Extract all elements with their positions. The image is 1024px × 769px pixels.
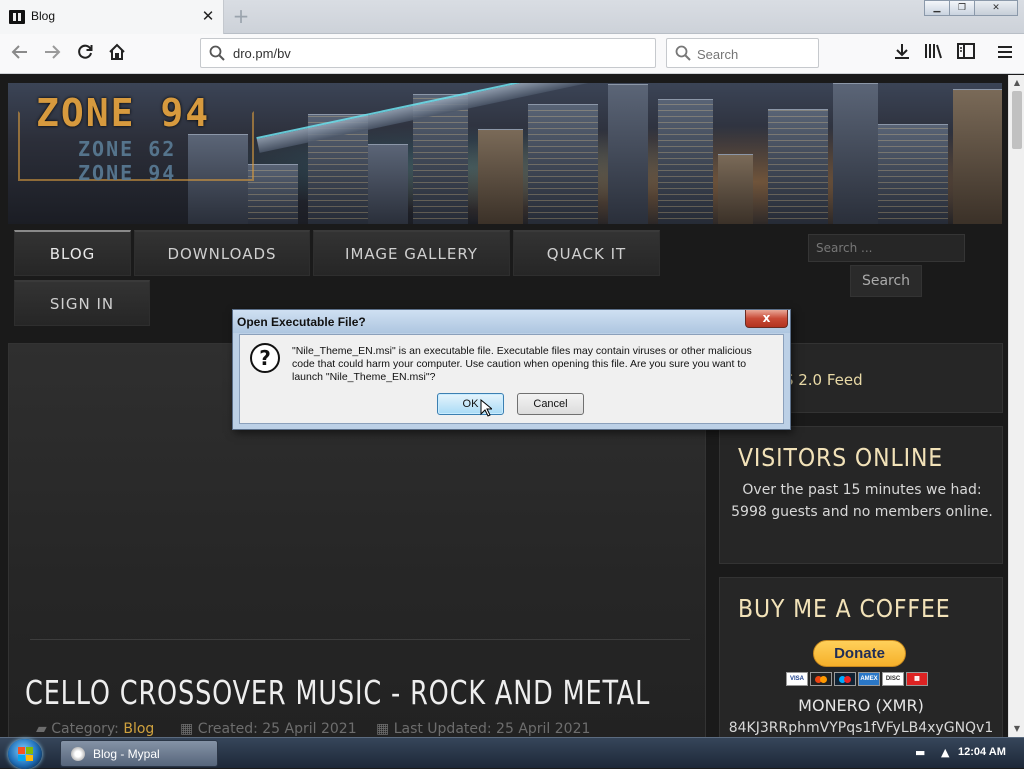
meta-updated-text: Last Updated: 25 April 2021	[393, 721, 591, 737]
tab-title: Blog	[31, 9, 56, 23]
scrollbar-thumb[interactable]	[1012, 91, 1022, 149]
browser-tab[interactable]: Blog ✕	[0, 0, 224, 34]
clock[interactable]: 12:04 AM	[958, 746, 1006, 758]
search-icon	[209, 45, 225, 65]
dialog-title: Open Executable File?	[237, 315, 366, 329]
article-title[interactable]: CELLO CROSSOVER MUSIC - ROCK AND METAL	[25, 673, 650, 712]
browser-app-icon	[71, 747, 85, 761]
home-icon[interactable]	[105, 42, 129, 66]
ok-button[interactable]: OK	[437, 393, 504, 415]
logo-subtitle: ZONE 62	[78, 137, 177, 161]
amex-card-icon: AMEX	[858, 672, 880, 686]
maestro-card-icon	[834, 672, 856, 686]
question-icon: ?	[250, 343, 280, 373]
site-logo[interactable]: ZONE 94	[36, 91, 210, 135]
scroll-down-icon[interactable]: ▼	[1011, 723, 1023, 735]
bank-card-icon: ▦	[906, 672, 928, 686]
menu-item-quack-it[interactable]: QUACK IT	[513, 230, 660, 276]
navigation-toolbar	[0, 34, 1024, 74]
search-icon	[675, 45, 691, 65]
taskbar-app-label: Blog - Mypal	[93, 747, 160, 761]
downloads-icon[interactable]	[890, 42, 914, 66]
calendar-icon: ▦	[376, 721, 390, 737]
discover-card-icon: DISC	[882, 672, 904, 686]
reload-icon[interactable]	[73, 42, 97, 66]
donate-button[interactable]: Donate	[813, 640, 906, 667]
keyboard-icon[interactable]: ▬	[915, 746, 925, 759]
site-search-button[interactable]: Search	[850, 265, 922, 297]
monero-wallet-address[interactable]: 84KJ3RRphmVYPqs1fVFyLB4xyGNQv1	[719, 720, 1003, 736]
meta-category-label: Category:	[51, 721, 119, 737]
url-bar[interactable]	[200, 38, 656, 68]
site-search-input[interactable]: Search ...	[808, 234, 965, 262]
windows-logo-icon	[18, 747, 33, 761]
site-favicon-icon	[9, 10, 25, 24]
tray-expand-icon[interactable]: ▲	[941, 746, 949, 759]
dialog-close-icon[interactable]: x	[745, 310, 788, 328]
category-link[interactable]: Blog	[123, 721, 154, 737]
payment-cards: VISA AMEX DISC ▦	[786, 672, 930, 686]
taskbar-app-button[interactable]: Blog - Mypal	[60, 740, 218, 767]
back-icon[interactable]	[8, 42, 32, 66]
start-button[interactable]	[8, 739, 42, 769]
library-icon[interactable]	[922, 42, 946, 66]
sidebar-icon[interactable]	[954, 42, 978, 66]
mouse-cursor-icon	[480, 399, 492, 417]
meta-created: ▦ Created: 25 April 2021	[180, 721, 357, 737]
menu-item-blog[interactable]: BLOG	[14, 230, 131, 276]
visitors-text: Over the past 15 minutes we had: 5998 gu…	[731, 482, 993, 520]
page-scrollbar[interactable]: ▲ ▼	[1008, 75, 1024, 737]
restore-icon[interactable]: ❐	[949, 0, 975, 16]
monero-label: MONERO (XMR)	[798, 696, 924, 715]
coffee-title: BUY ME A COFFEE	[738, 594, 951, 623]
logo-subtitle: ZONE 94	[78, 161, 177, 185]
close-window-icon[interactable]: ✕	[974, 0, 1018, 16]
menu-item-image-gallery[interactable]: IMAGE GALLERY	[313, 230, 510, 276]
menu-hamburger-icon[interactable]	[993, 42, 1017, 66]
taskbar: Blog - Mypal ▬ ▲ 12:04 AM	[0, 737, 1024, 769]
visa-card-icon: VISA	[786, 672, 808, 686]
cancel-button[interactable]: Cancel	[517, 393, 584, 415]
window-controls: ▁ ❐ ✕	[924, 0, 1018, 16]
site-banner: ZONE 94 ZONE 62 ZONE 94	[8, 83, 1002, 224]
folder-icon: ▰	[36, 721, 47, 737]
executable-warning-dialog: Open Executable File? x ? "Nile_Theme_EN…	[232, 309, 791, 430]
url-input[interactable]	[233, 44, 643, 62]
mastercard-icon	[810, 672, 832, 686]
tab-close-icon[interactable]: ✕	[199, 6, 217, 26]
forward-icon[interactable]	[40, 42, 64, 66]
tab-bar: Blog ✕ + ▁ ❐ ✕	[0, 0, 1024, 34]
divider	[30, 639, 690, 640]
meta-created-text: Created: 25 April 2021	[197, 721, 357, 737]
dialog-message: "Nile_Theme_EN.msi" is an executable fil…	[292, 345, 752, 383]
calendar-icon: ▦	[180, 721, 194, 737]
browser-search-input[interactable]	[697, 45, 812, 63]
visitors-title: VISITORS ONLINE	[738, 443, 944, 472]
meta-updated: ▦ Last Updated: 25 April 2021	[376, 721, 590, 737]
visitors-box: VISITORS ONLINE Over the past 15 minutes…	[719, 426, 1003, 564]
minimize-icon[interactable]: ▁	[924, 0, 950, 16]
menu-item-downloads[interactable]: DOWNLOADS	[134, 230, 310, 276]
meta-category: ▰ Category: Blog	[36, 721, 154, 737]
menu-item-sign-in[interactable]: SIGN IN	[14, 280, 150, 326]
browser-search-bar[interactable]	[666, 38, 819, 68]
scroll-up-icon[interactable]: ▲	[1011, 77, 1023, 89]
new-tab-button[interactable]: +	[229, 4, 253, 28]
dialog-titlebar[interactable]: Open Executable File? x	[233, 310, 790, 333]
dialog-body: ? "Nile_Theme_EN.msi" is an executable f…	[239, 334, 784, 424]
